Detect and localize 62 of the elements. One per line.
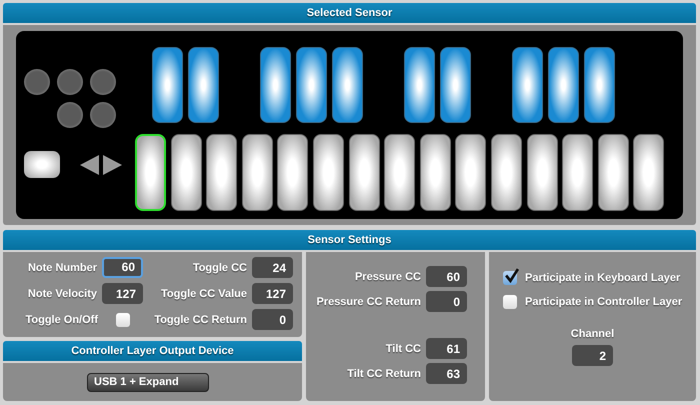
sensor-key[interactable] — [584, 47, 615, 123]
field-label: Toggle On/Off — [25, 314, 98, 326]
sensor-key[interactable] — [512, 47, 543, 123]
sensor-key[interactable] — [332, 47, 363, 123]
number-field[interactable]: 127 — [102, 283, 143, 304]
field-label: Pressure CC — [354, 270, 421, 282]
sensor-key[interactable] — [135, 134, 166, 211]
sensor-key[interactable] — [455, 134, 486, 211]
number-field[interactable]: 61 — [426, 338, 467, 359]
sensor-key[interactable] — [562, 134, 594, 211]
field-label: Note Number — [28, 262, 97, 274]
sensor-key[interactable] — [384, 134, 416, 211]
round-button[interactable] — [90, 69, 116, 95]
sensor-key[interactable] — [440, 47, 471, 123]
field-label: Pressure CC Return — [316, 296, 421, 308]
sensor-key[interactable] — [633, 134, 664, 211]
checkbox-label: Participate in Controller Layer — [525, 296, 682, 308]
sensor-key[interactable] — [526, 134, 558, 211]
sensor-key[interactable] — [277, 134, 308, 211]
field-label: Toggle CC Return — [154, 314, 247, 326]
sensor-key[interactable] — [170, 134, 202, 211]
round-button[interactable] — [24, 69, 50, 95]
sensor-key[interactable] — [420, 134, 451, 211]
sensor-key[interactable] — [188, 47, 219, 123]
section-header: Sensor Settings — [3, 230, 696, 250]
number-field[interactable]: 60 — [102, 257, 143, 278]
sensor-key[interactable] — [348, 134, 380, 211]
sensor-key[interactable] — [312, 134, 344, 211]
sensor-key[interactable] — [152, 47, 183, 123]
field-label: Toggle CC Value — [161, 288, 247, 300]
checkbox[interactable] — [116, 312, 130, 326]
number-field[interactable]: 0 — [426, 291, 467, 312]
round-button[interactable] — [57, 69, 83, 95]
number-field[interactable]: 24 — [252, 257, 293, 278]
sensor-key[interactable] — [490, 134, 522, 211]
number-field[interactable]: 2 — [572, 345, 613, 366]
device-dropdown[interactable]: USB 1 + Expand — [87, 372, 209, 392]
sensor-key[interactable] — [260, 47, 291, 123]
number-field[interactable]: 127 — [252, 283, 293, 304]
field-label: Channel — [570, 328, 614, 340]
sensor-key[interactable] — [404, 47, 435, 123]
round-button[interactable] — [90, 102, 116, 128]
checkbox[interactable] — [503, 295, 517, 309]
sensor-key[interactable] — [548, 47, 579, 123]
sensor-key[interactable] — [242, 134, 273, 211]
checkbox-label: Participate in Keyboard Layer — [525, 272, 680, 284]
round-button[interactable] — [57, 102, 83, 128]
field-label: Toggle CC — [192, 262, 247, 274]
sensor-key[interactable] — [206, 134, 238, 211]
sensor-key[interactable] — [598, 134, 629, 211]
left-right-arrows-icon[interactable] — [80, 154, 122, 174]
number-field[interactable]: 63 — [426, 363, 467, 384]
field-label: Tilt CC Return — [347, 368, 421, 380]
field-label: Tilt CC — [386, 342, 421, 354]
number-field[interactable]: 60 — [426, 266, 467, 287]
section-header: Controller Layer Output Device — [3, 341, 302, 361]
pad-button[interactable] — [24, 151, 60, 178]
checkbox[interactable] — [503, 271, 517, 285]
field-label: Note Velocity — [28, 288, 97, 300]
section-header: Selected Sensor — [3, 3, 696, 23]
number-field[interactable]: 0 — [252, 309, 293, 330]
sensor-key[interactable] — [296, 47, 327, 123]
